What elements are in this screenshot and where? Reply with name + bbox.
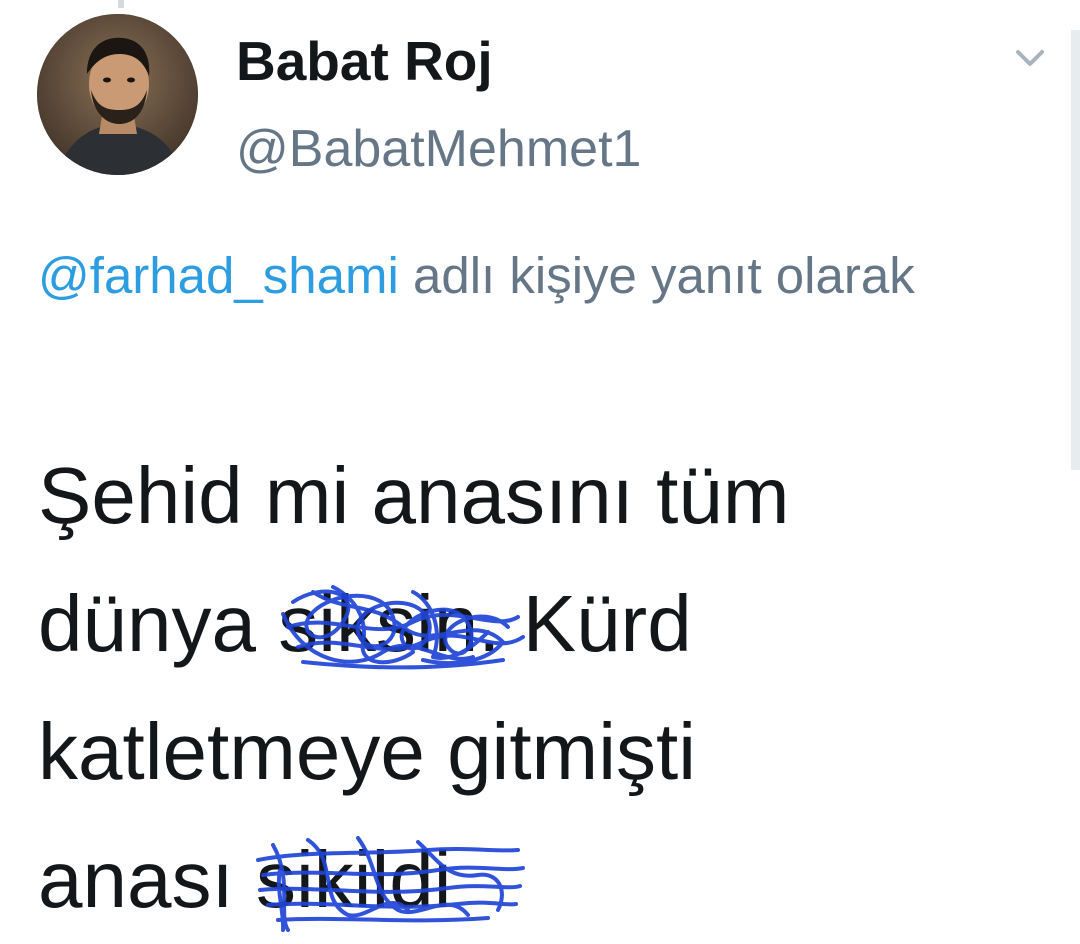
tweet-text-line: katletmeye gitmişti	[38, 707, 696, 796]
tweet-text-segment: . Kürd	[478, 579, 692, 668]
reply-context-label: adlı kişiye yanıt olarak	[398, 247, 915, 304]
reply-handle-link[interactable]: @farhad_shami	[38, 247, 399, 304]
reply-context: @farhad_shami adlı kişiye yanıt olarak	[38, 232, 1038, 320]
tweet-text: Şehid mi anasını tüm dünya siksin . Kürd…	[38, 432, 1068, 944]
avatar[interactable]	[37, 14, 198, 175]
redacted-text: sikildi	[255, 835, 452, 924]
chevron-down-icon[interactable]	[1010, 42, 1050, 74]
username[interactable]: @BabatMehmet1	[236, 120, 641, 178]
tweet-text-segment: dünya	[38, 579, 279, 668]
scroll-edge	[1071, 30, 1080, 470]
profile-photo-icon	[37, 14, 198, 175]
tweet-card: Babat Roj @BabatMehmet1 @farhad_shami ad…	[0, 0, 1080, 932]
display-name[interactable]: Babat Roj	[236, 30, 493, 92]
tweet-text-segment: anası	[38, 835, 256, 924]
thread-connector-line	[118, 0, 124, 8]
redacted-text: siksin	[278, 579, 479, 668]
tweet-text-line: anası sikildi	[38, 816, 1068, 944]
redacted-word: sikildi	[255, 816, 525, 944]
tweet-text-line: dünya siksin . Kürd	[38, 560, 1068, 688]
redacted-word: siksin	[278, 560, 526, 688]
tweet-text-line: Şehid mi anasını tüm	[38, 451, 790, 540]
